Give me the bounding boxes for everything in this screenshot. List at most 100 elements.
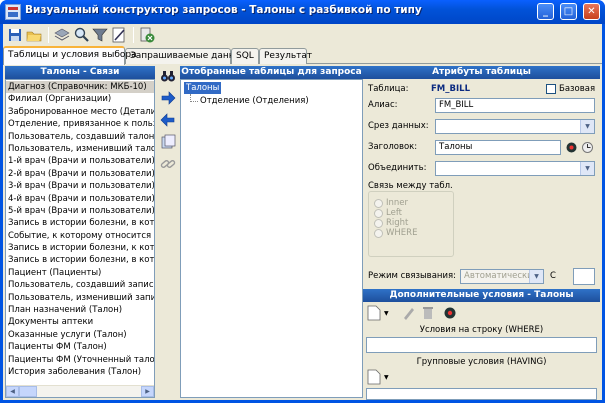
slice-label: Срез данных: [368,121,429,131]
link-list-item[interactable]: План назначений (Талон) [6,304,154,316]
edit-caption-icon[interactable] [565,141,578,154]
links-list[interactable]: Диагноз (Справочник: МКБ-10) Филиал (Орга… [5,79,155,398]
having-label: Групповые условия (HAVING) [416,357,547,367]
link-list-item[interactable]: Филиал (Организации) [6,93,154,105]
join-where-label: WHERE [386,228,418,238]
attributes-form: Таблица: FM_BILL Базовая Алиас: FM_BILL … [363,79,600,263]
minimize-button[interactable]: _ [537,3,554,20]
union-label: Объединить: [368,163,427,173]
tab-requested-data[interactable]: Запрашиваемые данные [125,48,247,64]
link-list-item[interactable]: 1-й врач (Врачи и пользователи) [6,155,154,167]
link-list-item[interactable]: 4-й врач (Врачи и пользователи) [6,193,154,205]
join-left-label: Left [386,208,402,218]
link-list-item[interactable]: Забронированное место (Детали бр [6,106,154,118]
join-group-label: Связь между табл. [368,181,453,191]
where-field[interactable] [366,337,597,353]
link-list-item[interactable]: Пользователь, изменивший запись [6,292,154,304]
tab-sql[interactable]: SQL [231,48,259,64]
toolbar [3,24,602,46]
alias-label: Алиас: [368,100,398,110]
close-button[interactable]: ✕ [583,3,600,20]
link-list-item[interactable]: 3-й врач (Врачи и пользователи) [6,180,154,192]
chevron-down-icon[interactable]: ▼ [580,162,594,175]
selected-tables-title: Отобранные таблицы для запроса [180,66,363,79]
link-list-item[interactable]: Запись в истории болезни, в которо [6,254,154,266]
client-area: Таблицы и условия выбора Запрашиваемые д… [3,24,602,400]
links-hscroll[interactable]: ◀ ▶ [6,385,154,397]
link-list-item[interactable]: Документы аптеки [6,316,154,328]
join-left-radio[interactable] [374,209,383,218]
link-list-item[interactable]: История заболевания (Талон) [6,366,154,378]
link-list-item[interactable]: Запись в истории болезни, в которо [6,217,154,229]
join-right-label: Right [386,218,409,228]
link-list-item[interactable]: Запись в истории болезни, к которо [6,242,154,254]
link-list-item[interactable]: 2-й врач (Врачи и пользователи) [6,168,154,180]
link-list-item[interactable]: Пациенты ФМ (Талон) [6,341,154,353]
link-list-item[interactable]: 5-й врач (Врачи и пользователи) [6,205,154,217]
arrow-right-icon[interactable] [160,90,176,106]
exit-icon[interactable] [138,26,156,44]
chevron-down-icon[interactable]: ▼ [580,120,594,133]
binoculars-icon[interactable] [160,68,176,84]
join-inner-label: Inner [386,198,409,208]
join-inner-radio[interactable] [374,199,383,208]
pen-icon[interactable] [401,305,415,321]
having-field[interactable] [366,388,597,400]
layers-icon[interactable] [53,26,71,44]
open-folder-icon[interactable] [25,26,43,44]
maximize-button[interactable]: □ [560,3,577,20]
link-icon[interactable] [160,156,176,172]
caption-label: Заголовок: [368,142,418,152]
selected-tables-tree[interactable]: Талоны Отделение (Отделения) [180,79,363,398]
chevron-down-icon[interactable]: ▼ [384,310,389,317]
tree-root-node[interactable]: Талоны [184,82,222,94]
tab-tables-conditions[interactable]: Таблицы и условия выбора [3,46,137,65]
scroll-left-button[interactable]: ◀ [6,386,19,397]
new-group-condition-icon[interactable] [367,369,381,385]
table-value: FM_BILL [431,84,470,94]
chevron-down-icon[interactable]: ▼ [384,374,389,381]
caption-field[interactable]: Талоны [435,140,561,155]
base-checkbox[interactable] [546,84,556,94]
save-icon[interactable] [6,26,24,44]
links-panel-title: Талоны - Связи [5,66,155,79]
link-list-item[interactable]: Пользователь, изменивший талон ( [6,143,154,155]
transfer-toolbar [155,64,180,400]
extra-conditions-panel: ▼ Условия на строку (WHERE) Групповые ус… [363,302,600,400]
link-list-item[interactable]: Отделение, привязанное к пользов [6,118,154,130]
copy-table-icon[interactable] [160,134,176,150]
chevron-down-icon[interactable]: ▼ [529,270,543,283]
alias-field[interactable]: FM_BILL [435,98,595,113]
table-label: Таблица: [368,84,409,94]
link-list-item[interactable]: Пользователь, создавший талон (Вр [6,131,154,143]
search-icon[interactable] [72,26,90,44]
scroll-thumb[interactable] [19,386,37,397]
tab-result[interactable]: Результат [259,48,312,64]
link-list-item[interactable]: Диагноз (Справочник: МКБ-10) [6,81,154,94]
slice-select[interactable]: ▼ [435,119,595,134]
union-select[interactable]: ▼ [435,161,595,176]
window-title: Визуальный конструктор запросов - Талоны… [25,4,422,16]
link-list-item[interactable]: Пациент (Пациенты) [6,267,154,279]
record-icon[interactable] [443,306,457,320]
clock-icon[interactable] [581,141,594,154]
c-label: С [550,271,556,281]
c-field[interactable] [573,268,595,285]
link-list-item[interactable]: Пациенты ФМ (Уточненный талон) [6,354,154,366]
join-where-radio[interactable] [374,229,383,238]
link-list-item[interactable]: Пользователь, создавший запись (В [6,279,154,291]
arrow-left-icon[interactable] [160,112,176,128]
new-condition-icon[interactable] [367,305,381,321]
link-list-item[interactable]: Событие, к которому относится запи [6,230,154,242]
link-list-item[interactable]: Оказанные услуги (Талон) [6,329,154,341]
filter-icon[interactable] [91,26,109,44]
tree-child-node[interactable]: Отделение (Отделения) [200,95,309,107]
title-bar[interactable]: Визуальный конструктор запросов - Талоны… [0,0,605,24]
edit-icon[interactable] [110,26,128,44]
link-mode-value: Автоматически [464,271,533,281]
scroll-right-button[interactable]: ▶ [141,386,154,397]
app-window: Визуальный конструктор запросов - Талоны… [0,0,605,403]
join-right-radio[interactable] [374,219,383,228]
trash-icon[interactable] [421,305,435,321]
link-mode-select[interactable]: Автоматически ▼ [460,269,544,284]
